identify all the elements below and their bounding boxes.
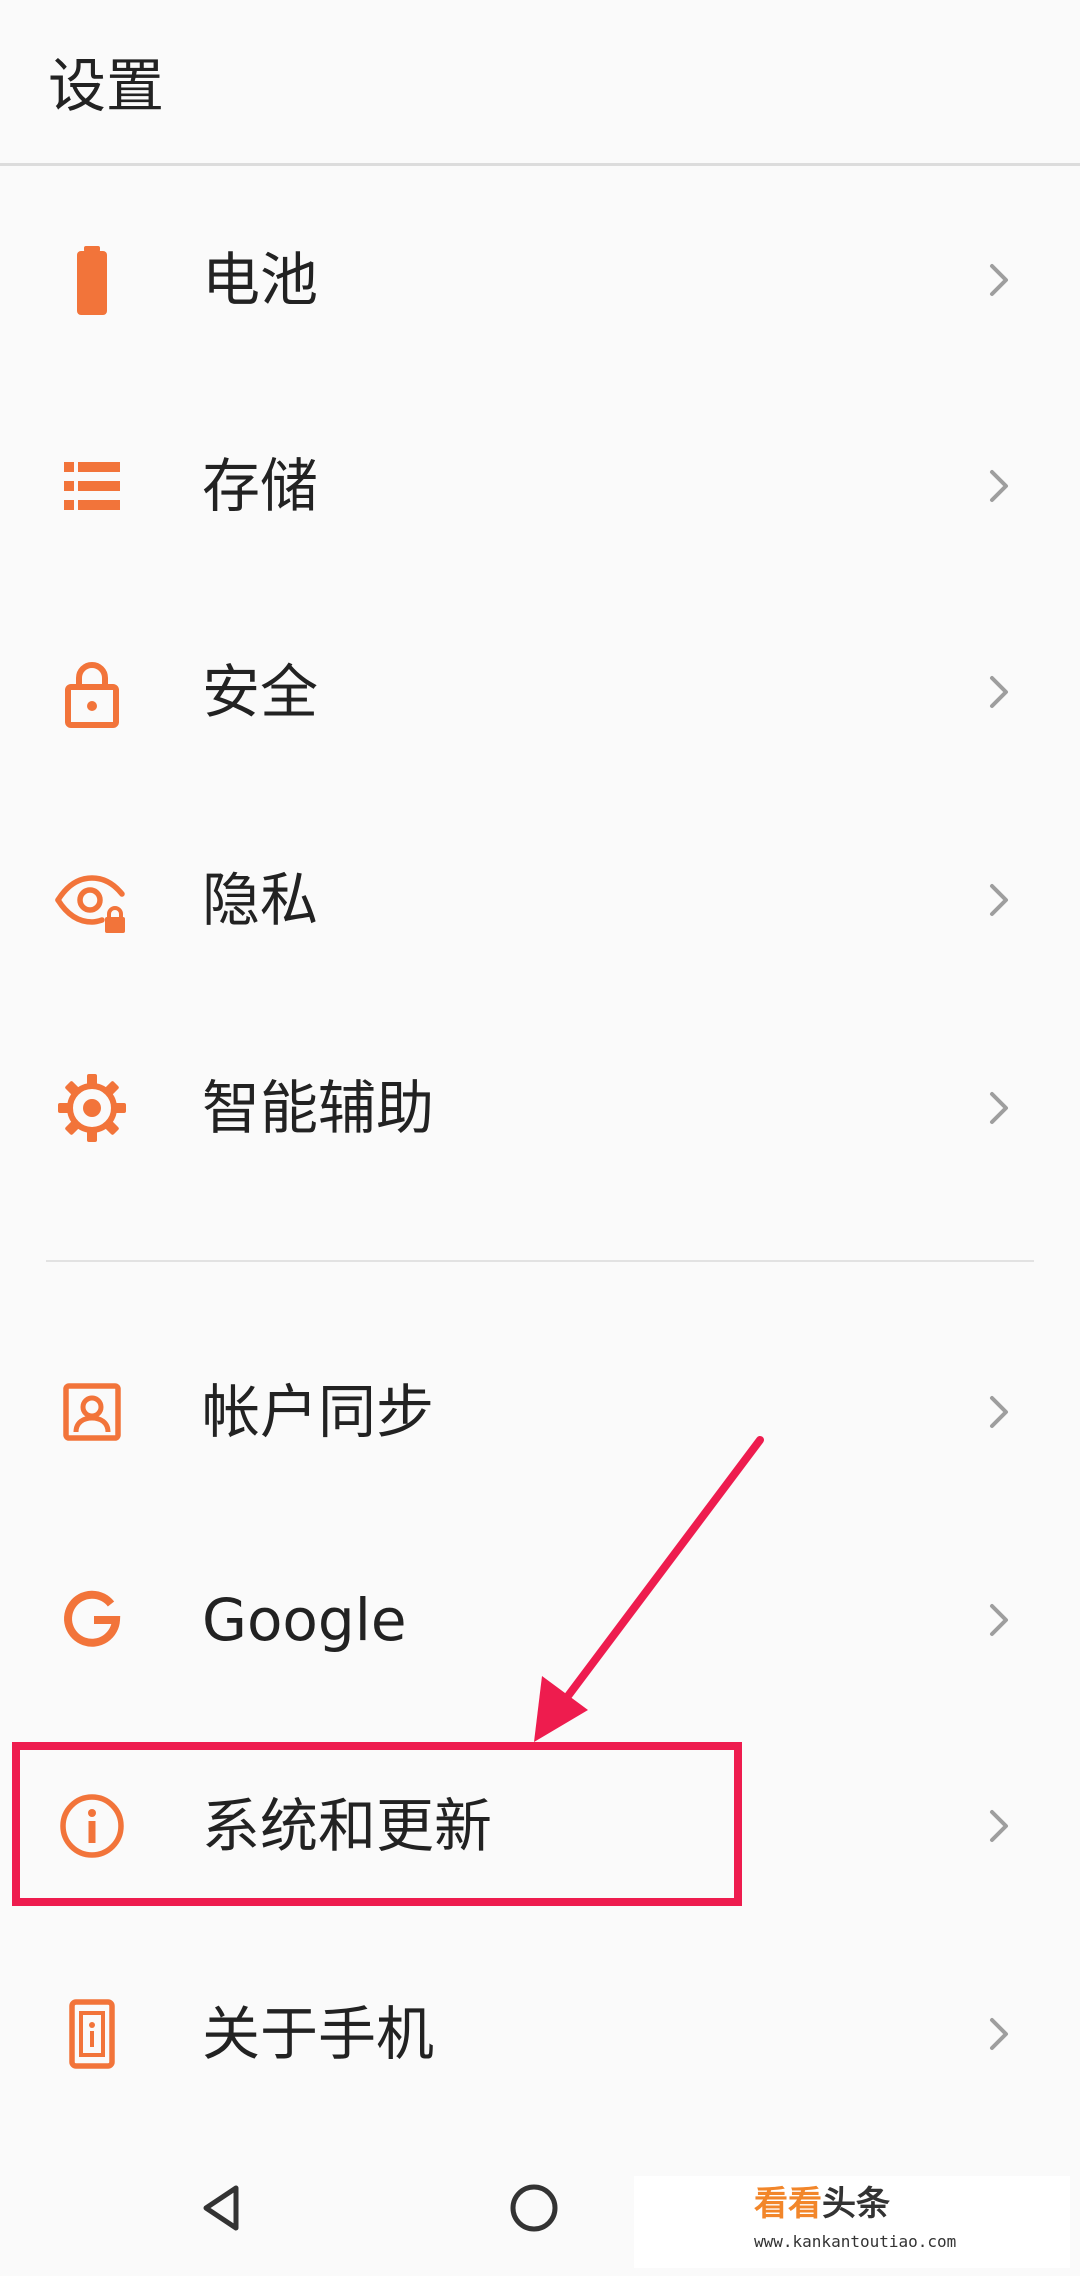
lock-icon bbox=[52, 652, 132, 732]
section-divider bbox=[46, 1260, 1034, 1262]
home-icon[interactable] bbox=[506, 2180, 562, 2236]
settings-item-privacy[interactable]: 隐私 bbox=[0, 800, 1080, 1000]
chevron-right-icon bbox=[975, 1596, 1023, 1644]
settings-item-label: 电池 bbox=[202, 246, 319, 314]
watermark: 看看头条 www.kankantoutiao.com bbox=[634, 2176, 1070, 2268]
chevron-right-icon bbox=[975, 1388, 1023, 1436]
page-title: 设置 bbox=[48, 52, 165, 120]
settings-item-security[interactable]: 安全 bbox=[0, 592, 1080, 792]
phone-icon bbox=[52, 1994, 132, 2074]
back-icon[interactable] bbox=[196, 2180, 252, 2236]
chevron-right-icon bbox=[975, 1084, 1023, 1132]
settings-item-label: 隐私 bbox=[202, 866, 319, 934]
chevron-right-icon bbox=[975, 2010, 1023, 2058]
privacy-eye-lock-icon bbox=[52, 860, 132, 940]
annotation-arrow bbox=[534, 1436, 764, 1742]
gear-icon bbox=[52, 1068, 132, 1148]
settings-item-label: 关于手机 bbox=[202, 2000, 435, 2068]
chevron-right-icon bbox=[975, 1802, 1023, 1850]
storage-icon bbox=[52, 446, 132, 526]
settings-item-label: 存储 bbox=[202, 452, 319, 520]
watermark-url: www.kankantoutiao.com bbox=[754, 2232, 957, 2251]
chevron-right-icon bbox=[975, 256, 1023, 304]
settings-item-storage[interactable]: 存储 bbox=[0, 386, 1080, 586]
chevron-right-icon bbox=[975, 876, 1023, 924]
settings-item-label: 智能辅助 bbox=[202, 1074, 435, 1142]
settings-item-battery[interactable]: 电池 bbox=[0, 180, 1080, 380]
settings-item-label: 安全 bbox=[202, 658, 319, 726]
settings-item-label: 帐户同步 bbox=[202, 1378, 435, 1446]
chevron-right-icon bbox=[975, 668, 1023, 716]
google-icon bbox=[52, 1580, 132, 1660]
battery-icon bbox=[52, 240, 132, 320]
highlight-box bbox=[12, 1742, 742, 1906]
account-icon bbox=[52, 1372, 132, 1452]
chevron-right-icon bbox=[975, 462, 1023, 510]
header-bar: 设置 bbox=[0, 0, 1080, 166]
settings-item-smart-assist[interactable]: 智能辅助 bbox=[0, 1008, 1080, 1208]
settings-item-about-phone[interactable]: 关于手机 bbox=[0, 1934, 1080, 2134]
watermark-name: 看看头条 bbox=[754, 2184, 890, 2224]
settings-item-label: Google bbox=[202, 1586, 407, 1654]
